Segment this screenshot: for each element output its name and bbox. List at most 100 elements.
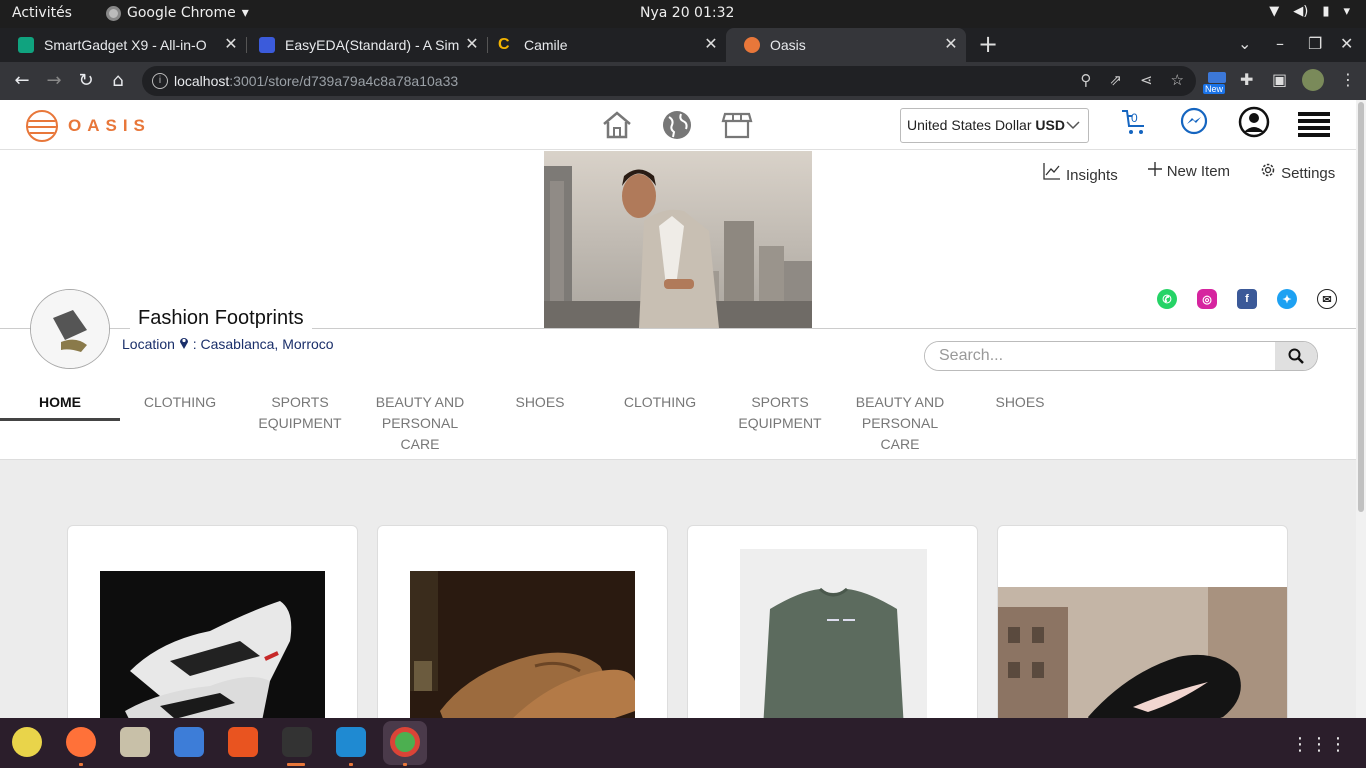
store-icon[interactable] <box>721 110 753 140</box>
software-center-icon[interactable] <box>228 727 258 757</box>
oasis-logo[interactable]: OASIS <box>26 110 151 142</box>
tab-sports-equipment-2[interactable]: SPORTS EQUIPMENT <box>720 392 840 434</box>
chrome-icon <box>106 5 121 21</box>
tab-strip: SmartGadget X9 - All-in-O ✕ EasyEDA(Stan… <box>0 28 1366 62</box>
forward-button[interactable]: → <box>44 70 64 91</box>
site-info-icon[interactable]: i <box>152 73 168 89</box>
tab-shoes[interactable]: SHOES <box>480 392 600 413</box>
close-icon[interactable]: ✕ <box>702 36 720 54</box>
vscode-icon[interactable] <box>336 727 366 757</box>
running-indicator <box>349 763 353 766</box>
chevron-down-icon <box>1066 115 1080 138</box>
clock[interactable]: Nya 20 01:32 <box>640 5 734 21</box>
profile-avatar[interactable] <box>1302 69 1324 91</box>
search-button[interactable] <box>1275 342 1317 370</box>
email-icon[interactable]: ✉ <box>1317 289 1337 309</box>
cart-count: 0 <box>1131 111 1138 125</box>
product-card[interactable] <box>687 525 978 718</box>
tab-home[interactable]: HOME <box>0 392 120 413</box>
home-icon[interactable] <box>601 110 633 140</box>
chrome-icon[interactable] <box>390 727 420 757</box>
extension-new-badge[interactable]: New <box>1203 70 1229 94</box>
currency-select[interactable]: United States Dollar USD <box>900 108 1089 143</box>
twitter-icon[interactable]: ✦ <box>1277 289 1297 309</box>
tab-search-chevron-icon[interactable]: ⌄ <box>1238 34 1251 53</box>
easyeda-icon <box>259 37 275 53</box>
product-image-brown-leather-loafers <box>410 571 635 718</box>
url-text[interactable]: localhost:3001/store/d739a79a4c8a78a10a3… <box>174 73 458 89</box>
location-pin-icon[interactable]: ⚲ <box>1080 71 1091 89</box>
minimize-button[interactable]: – <box>1276 34 1284 53</box>
store-search <box>924 341 1318 371</box>
product-image-white-black-sneakers <box>100 571 325 718</box>
product-card[interactable] <box>997 525 1288 718</box>
chrome-menu-icon[interactable]: ⋮ <box>1340 70 1356 89</box>
restore-button[interactable]: ❐ <box>1308 34 1322 53</box>
bookmark-star-icon[interactable]: ☆ <box>1171 71 1184 89</box>
close-icon[interactable]: ✕ <box>942 36 960 54</box>
close-icon[interactable]: ✕ <box>222 36 240 54</box>
tab-sports-equipment[interactable]: SPORTS EQUIPMENT <box>240 392 360 434</box>
tab-clothing[interactable]: CLOTHING <box>120 392 240 413</box>
page-scrollbar[interactable] <box>1356 100 1366 718</box>
tab-title: Camile <box>524 37 568 53</box>
activities-button[interactable]: Activités <box>12 5 72 21</box>
globe-icon[interactable] <box>661 110 693 140</box>
tab-clothing-2[interactable]: CLOTHING <box>600 392 720 413</box>
chart-line-icon <box>1043 163 1060 180</box>
new-tab-button[interactable]: + <box>976 32 1000 56</box>
files-icon[interactable] <box>120 727 150 757</box>
power-menu-chevron-icon: ▾ <box>1343 4 1350 19</box>
tab-oasis[interactable]: Oasis ✕ <box>726 28 966 62</box>
globe-logo-icon <box>26 110 58 142</box>
messenger-icon[interactable] <box>1179 107 1209 142</box>
terminal-icon[interactable] <box>282 727 312 757</box>
product-card[interactable] <box>377 525 668 718</box>
show-apps-grid-icon[interactable]: ⋮⋮⋮ <box>1291 734 1348 755</box>
insights-link[interactable]: Insights <box>1043 162 1118 184</box>
store-actions: Insights New Item Settings <box>1043 162 1335 184</box>
chatgpt-icon <box>18 37 34 53</box>
new-item-link[interactable]: New Item <box>1147 162 1230 184</box>
search-icon <box>1288 348 1304 364</box>
volume-icon: ◀) <box>1293 4 1309 19</box>
system-tray[interactable]: ▼ ◀) ▮ ▾ <box>1269 4 1350 19</box>
tab-beauty-personal-care[interactable]: BEAUTY AND PERSONAL CARE <box>360 392 480 455</box>
chevron-down-icon: ▾ <box>241 5 249 21</box>
whatsapp-icon[interactable]: ✆ <box>1157 289 1177 309</box>
firefox-icon[interactable] <box>66 727 96 757</box>
app-menu[interactable]: Google Chrome ▾ <box>106 5 249 21</box>
tab-smartgadget[interactable]: SmartGadget X9 - All-in-O ✕ <box>0 28 246 62</box>
product-image-black-nike-sneakers <box>998 587 1287 718</box>
user-account-icon[interactable] <box>1238 106 1270 143</box>
instagram-icon[interactable]: ◎ <box>1197 289 1217 309</box>
side-panel-icon[interactable]: ▣ <box>1272 70 1287 89</box>
back-button[interactable]: ← <box>12 70 32 91</box>
wifi-icon: ▼ <box>1269 4 1280 19</box>
tab-beauty-personal-care-2[interactable]: BEAUTY AND PERSONAL CARE <box>840 392 960 455</box>
battery-icon: ▮ <box>1322 4 1330 19</box>
tab-camile[interactable]: C Camile ✕ <box>480 28 726 62</box>
store-cover-image <box>544 151 812 328</box>
tab-easyeda[interactable]: EasyEDA(Standard) - A Sim ✕ <box>241 28 487 62</box>
social-links: ✆ ◎ f ✦ ✉ <box>1157 289 1337 309</box>
menu-list-icon[interactable] <box>1298 110 1330 143</box>
share-icon[interactable]: ⋖ <box>1140 71 1153 89</box>
reload-button[interactable]: ↻ <box>76 70 96 91</box>
close-window-button[interactable]: ✕ <box>1340 34 1353 53</box>
search-input[interactable] <box>925 342 1277 370</box>
rhythmbox-icon[interactable] <box>12 727 42 757</box>
store-name: Fashion Footprints <box>130 307 312 330</box>
extensions-puzzle-icon[interactable]: ✚ <box>1240 70 1253 89</box>
open-in-app-icon[interactable]: ⇗ <box>1109 71 1122 89</box>
close-icon[interactable]: ✕ <box>463 36 481 54</box>
settings-link[interactable]: Settings <box>1260 162 1335 184</box>
writer-icon[interactable] <box>174 727 204 757</box>
facebook-icon[interactable]: f <box>1237 289 1257 309</box>
address-bar[interactable]: i localhost:3001/store/d739a79a4c8a78a10… <box>142 66 1196 96</box>
home-button[interactable]: ⌂ <box>108 70 128 91</box>
product-card[interactable] <box>67 525 358 718</box>
scrollbar-thumb[interactable] <box>1358 102 1364 512</box>
tab-shoes-2[interactable]: SHOES <box>960 392 1080 413</box>
browser-toolbar: ← → ↻ ⌂ i localhost:3001/store/d739a79a4… <box>0 62 1366 100</box>
